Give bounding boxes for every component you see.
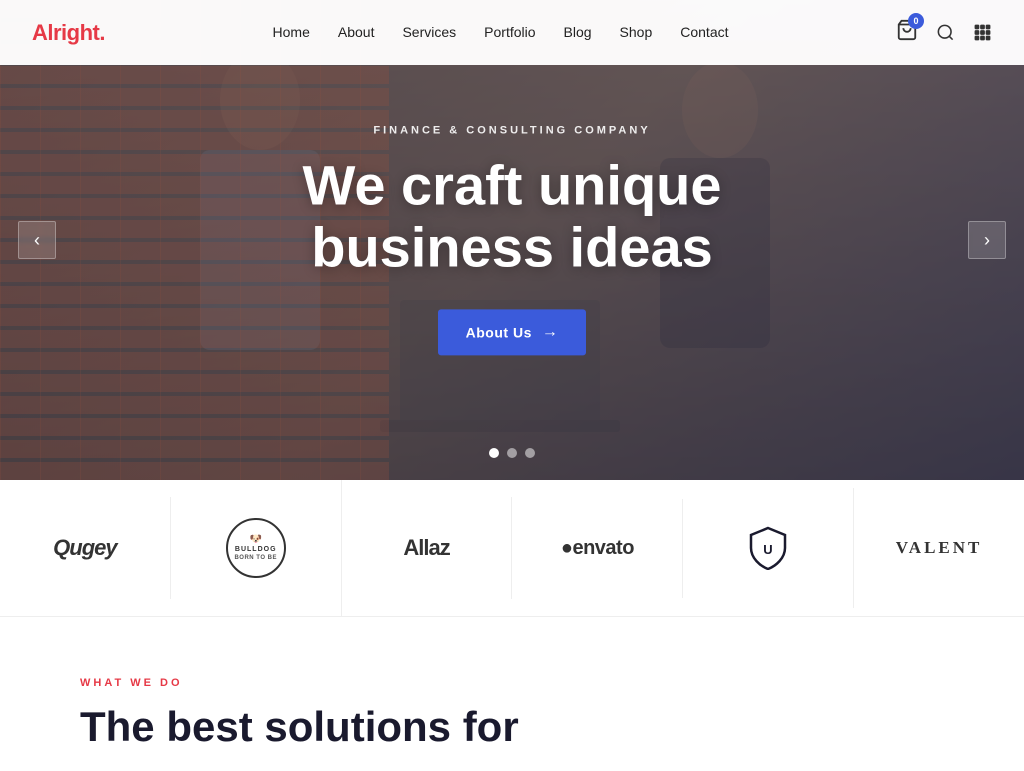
grid-menu-button[interactable] — [973, 23, 992, 42]
dot-1[interactable] — [489, 448, 499, 458]
site-logo[interactable]: Alright. — [32, 20, 105, 46]
logo-valent: VALENT — [854, 500, 1024, 596]
valent-logo: VALENT — [896, 538, 983, 558]
hero-next-button[interactable]: › — [968, 221, 1006, 259]
hero-cta-button[interactable]: About Us → — [438, 310, 587, 356]
hero-dots — [489, 448, 535, 458]
qugey-logo: Qugey — [53, 535, 116, 561]
hero-subtitle: Finance & Consulting Company — [212, 124, 812, 136]
hero-section: Finance & Consulting Company We craft un… — [0, 0, 1024, 480]
nav-about[interactable]: About — [338, 24, 375, 40]
section-tag: What We Do — [80, 677, 944, 689]
next-icon: › — [984, 230, 990, 251]
envato-logo: ●envato — [561, 537, 634, 560]
logo-accent: . — [99, 20, 105, 45]
nav-contact[interactable]: Contact — [680, 24, 728, 40]
prev-icon: ‹ — [34, 230, 40, 251]
search-button[interactable] — [936, 23, 955, 42]
what-we-do-section: What We Do The best solutions for — [0, 617, 1024, 771]
nav-portfolio[interactable]: Portfolio — [484, 24, 535, 40]
hero-content: Finance & Consulting Company We craft un… — [212, 124, 812, 355]
shield-logo: U — [747, 526, 789, 570]
logos-strip: Qugey 🐶 BULLDOG BORN TO BE Allaz ●envato… — [0, 480, 1024, 617]
nav-actions: 0 — [896, 19, 992, 46]
cart-count: 0 — [908, 13, 924, 29]
logo-envato: ●envato — [512, 499, 683, 598]
allaz-logo: Allaz — [403, 535, 449, 561]
logo-text: Alright — [32, 20, 99, 45]
logo-shield: U — [683, 488, 854, 608]
nav-menu: Home About Services Portfolio Blog Shop … — [273, 24, 729, 42]
nav-blog[interactable]: Blog — [564, 24, 592, 40]
logo-bulldog: 🐶 BULLDOG BORN TO BE — [171, 480, 342, 616]
hero-cta-label: About Us — [466, 325, 532, 341]
arrow-icon: → — [542, 324, 559, 342]
nav-services[interactable]: Services — [402, 24, 456, 40]
dot-2[interactable] — [507, 448, 517, 458]
hero-prev-button[interactable]: ‹ — [18, 221, 56, 259]
section-title: The best solutions for — [80, 703, 944, 751]
navigation: Alright. Home About Services Portfolio B… — [0, 0, 1024, 65]
bulldog-logo: 🐶 BULLDOG BORN TO BE — [226, 518, 286, 578]
logo-qugey: Qugey — [0, 497, 171, 599]
hero-title-line2: business ideas — [311, 215, 713, 278]
logo-allaz: Allaz — [342, 497, 513, 599]
hero-title-line1: We craft unique — [302, 153, 721, 216]
dot-3[interactable] — [525, 448, 535, 458]
nav-home[interactable]: Home — [273, 24, 310, 40]
nav-shop[interactable]: Shop — [620, 24, 653, 40]
hero-title: We craft unique business ideas — [212, 154, 812, 277]
svg-text:U: U — [764, 542, 773, 557]
cart-button[interactable]: 0 — [896, 19, 918, 46]
